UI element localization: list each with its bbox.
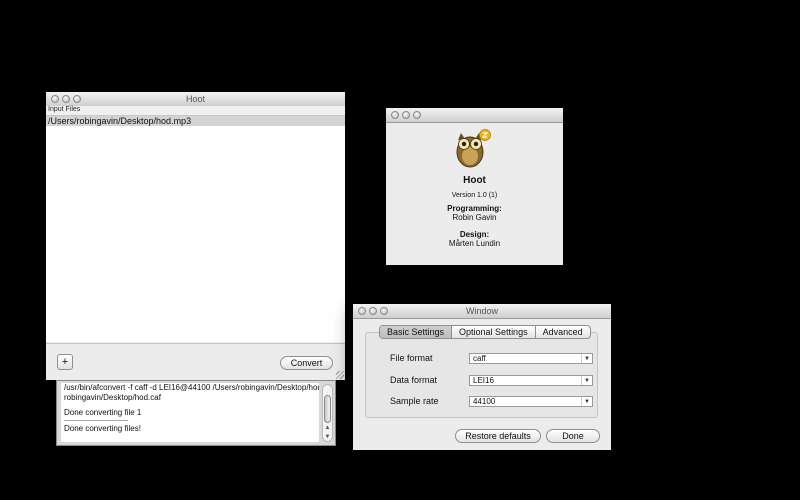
about-programmer: Robin Gavin: [452, 213, 497, 222]
scroll-down-icon[interactable]: ▼: [323, 434, 332, 440]
input-files-list[interactable]: /Users/robingavin/Desktop/hod.mp3: [46, 116, 345, 342]
about-designer: Mårten Lundin: [448, 239, 501, 248]
convert-button[interactable]: Convert: [280, 356, 333, 370]
data-format-value: LEI16: [473, 376, 494, 385]
sample-rate-select[interactable]: 44100 ▼: [469, 396, 593, 407]
main-bottom-bar: + Convert: [46, 343, 345, 380]
log-drawer: /usr/bin/afconvert -f caff -d LEI16@4410…: [56, 380, 336, 446]
log-line: robingavin/Desktop/hod.caf: [64, 393, 161, 402]
about-programming-heading: Programming:: [447, 204, 502, 213]
sample-rate-label: Sample rate: [390, 396, 439, 406]
window-title: Window: [465, 306, 498, 316]
owl-app-icon: [456, 129, 491, 168]
file-format-select[interactable]: caff ▼: [469, 353, 593, 364]
sample-rate-value: 44100: [473, 397, 496, 406]
add-file-button[interactable]: +: [57, 354, 73, 370]
settings-panel: File format caff ▼ Data format LEI16 ▼ S…: [365, 332, 598, 418]
log-line: Done converting files!: [64, 424, 141, 433]
tab-optional-settings[interactable]: Optional Settings: [452, 326, 536, 338]
hoot-main-window: Hoot Input Files /Users/robingavin/Deskt…: [46, 92, 345, 380]
chevron-down-icon: ▼: [581, 397, 592, 406]
about-design-heading: Design:: [459, 230, 490, 239]
settings-tabs: Basic Settings Optional Settings Advance…: [379, 325, 591, 339]
log-scrollbar[interactable]: ▲ ▼: [322, 384, 333, 442]
file-format-value: caff: [473, 354, 486, 363]
log-line: Done converting file 1: [64, 408, 142, 417]
chevron-down-icon: ▼: [581, 376, 592, 385]
close-window-button[interactable]: [391, 111, 399, 119]
scroll-up-icon[interactable]: ▲: [323, 425, 332, 431]
scroll-thumb[interactable]: [324, 395, 331, 423]
about-version: Version 1.0 (1): [451, 192, 498, 199]
about-app-name: Hoot: [463, 175, 486, 186]
list-item[interactable]: /Users/robingavin/Desktop/hod.mp3: [46, 116, 345, 126]
restore-defaults-button[interactable]: Restore defaults: [455, 429, 541, 443]
file-format-label: File format: [390, 353, 433, 363]
main-titlebar[interactable]: Hoot: [46, 92, 345, 107]
settings-window: Window Basic Settings Optional Settings …: [353, 304, 611, 450]
log-line: /usr/bin/afconvert -f caff -d LEI16@4410…: [64, 383, 319, 392]
about-body: Hoot Version 1.0 (1) Programming: Robin …: [386, 123, 563, 265]
settings-titlebar[interactable]: Window: [353, 304, 611, 319]
minimize-window-button[interactable]: [402, 111, 410, 119]
data-format-label: Data format: [390, 375, 438, 385]
about-titlebar[interactable]: [386, 108, 563, 123]
input-files-header: Input Files: [46, 106, 345, 116]
done-button[interactable]: Done: [546, 429, 600, 443]
chevron-down-icon: ▼: [581, 354, 592, 363]
tab-basic-settings[interactable]: Basic Settings: [380, 326, 453, 338]
zoom-window-button[interactable]: [413, 111, 421, 119]
resize-grip[interactable]: [336, 371, 344, 379]
tab-advanced[interactable]: Advanced: [536, 326, 590, 338]
window-title: Hoot: [185, 94, 205, 104]
log-text-area[interactable]: /usr/bin/afconvert -f caff -d LEI16@4410…: [61, 383, 319, 442]
about-window: Hoot Version 1.0 (1) Programming: Robin …: [386, 108, 563, 265]
data-format-select[interactable]: LEI16 ▼: [469, 375, 593, 386]
